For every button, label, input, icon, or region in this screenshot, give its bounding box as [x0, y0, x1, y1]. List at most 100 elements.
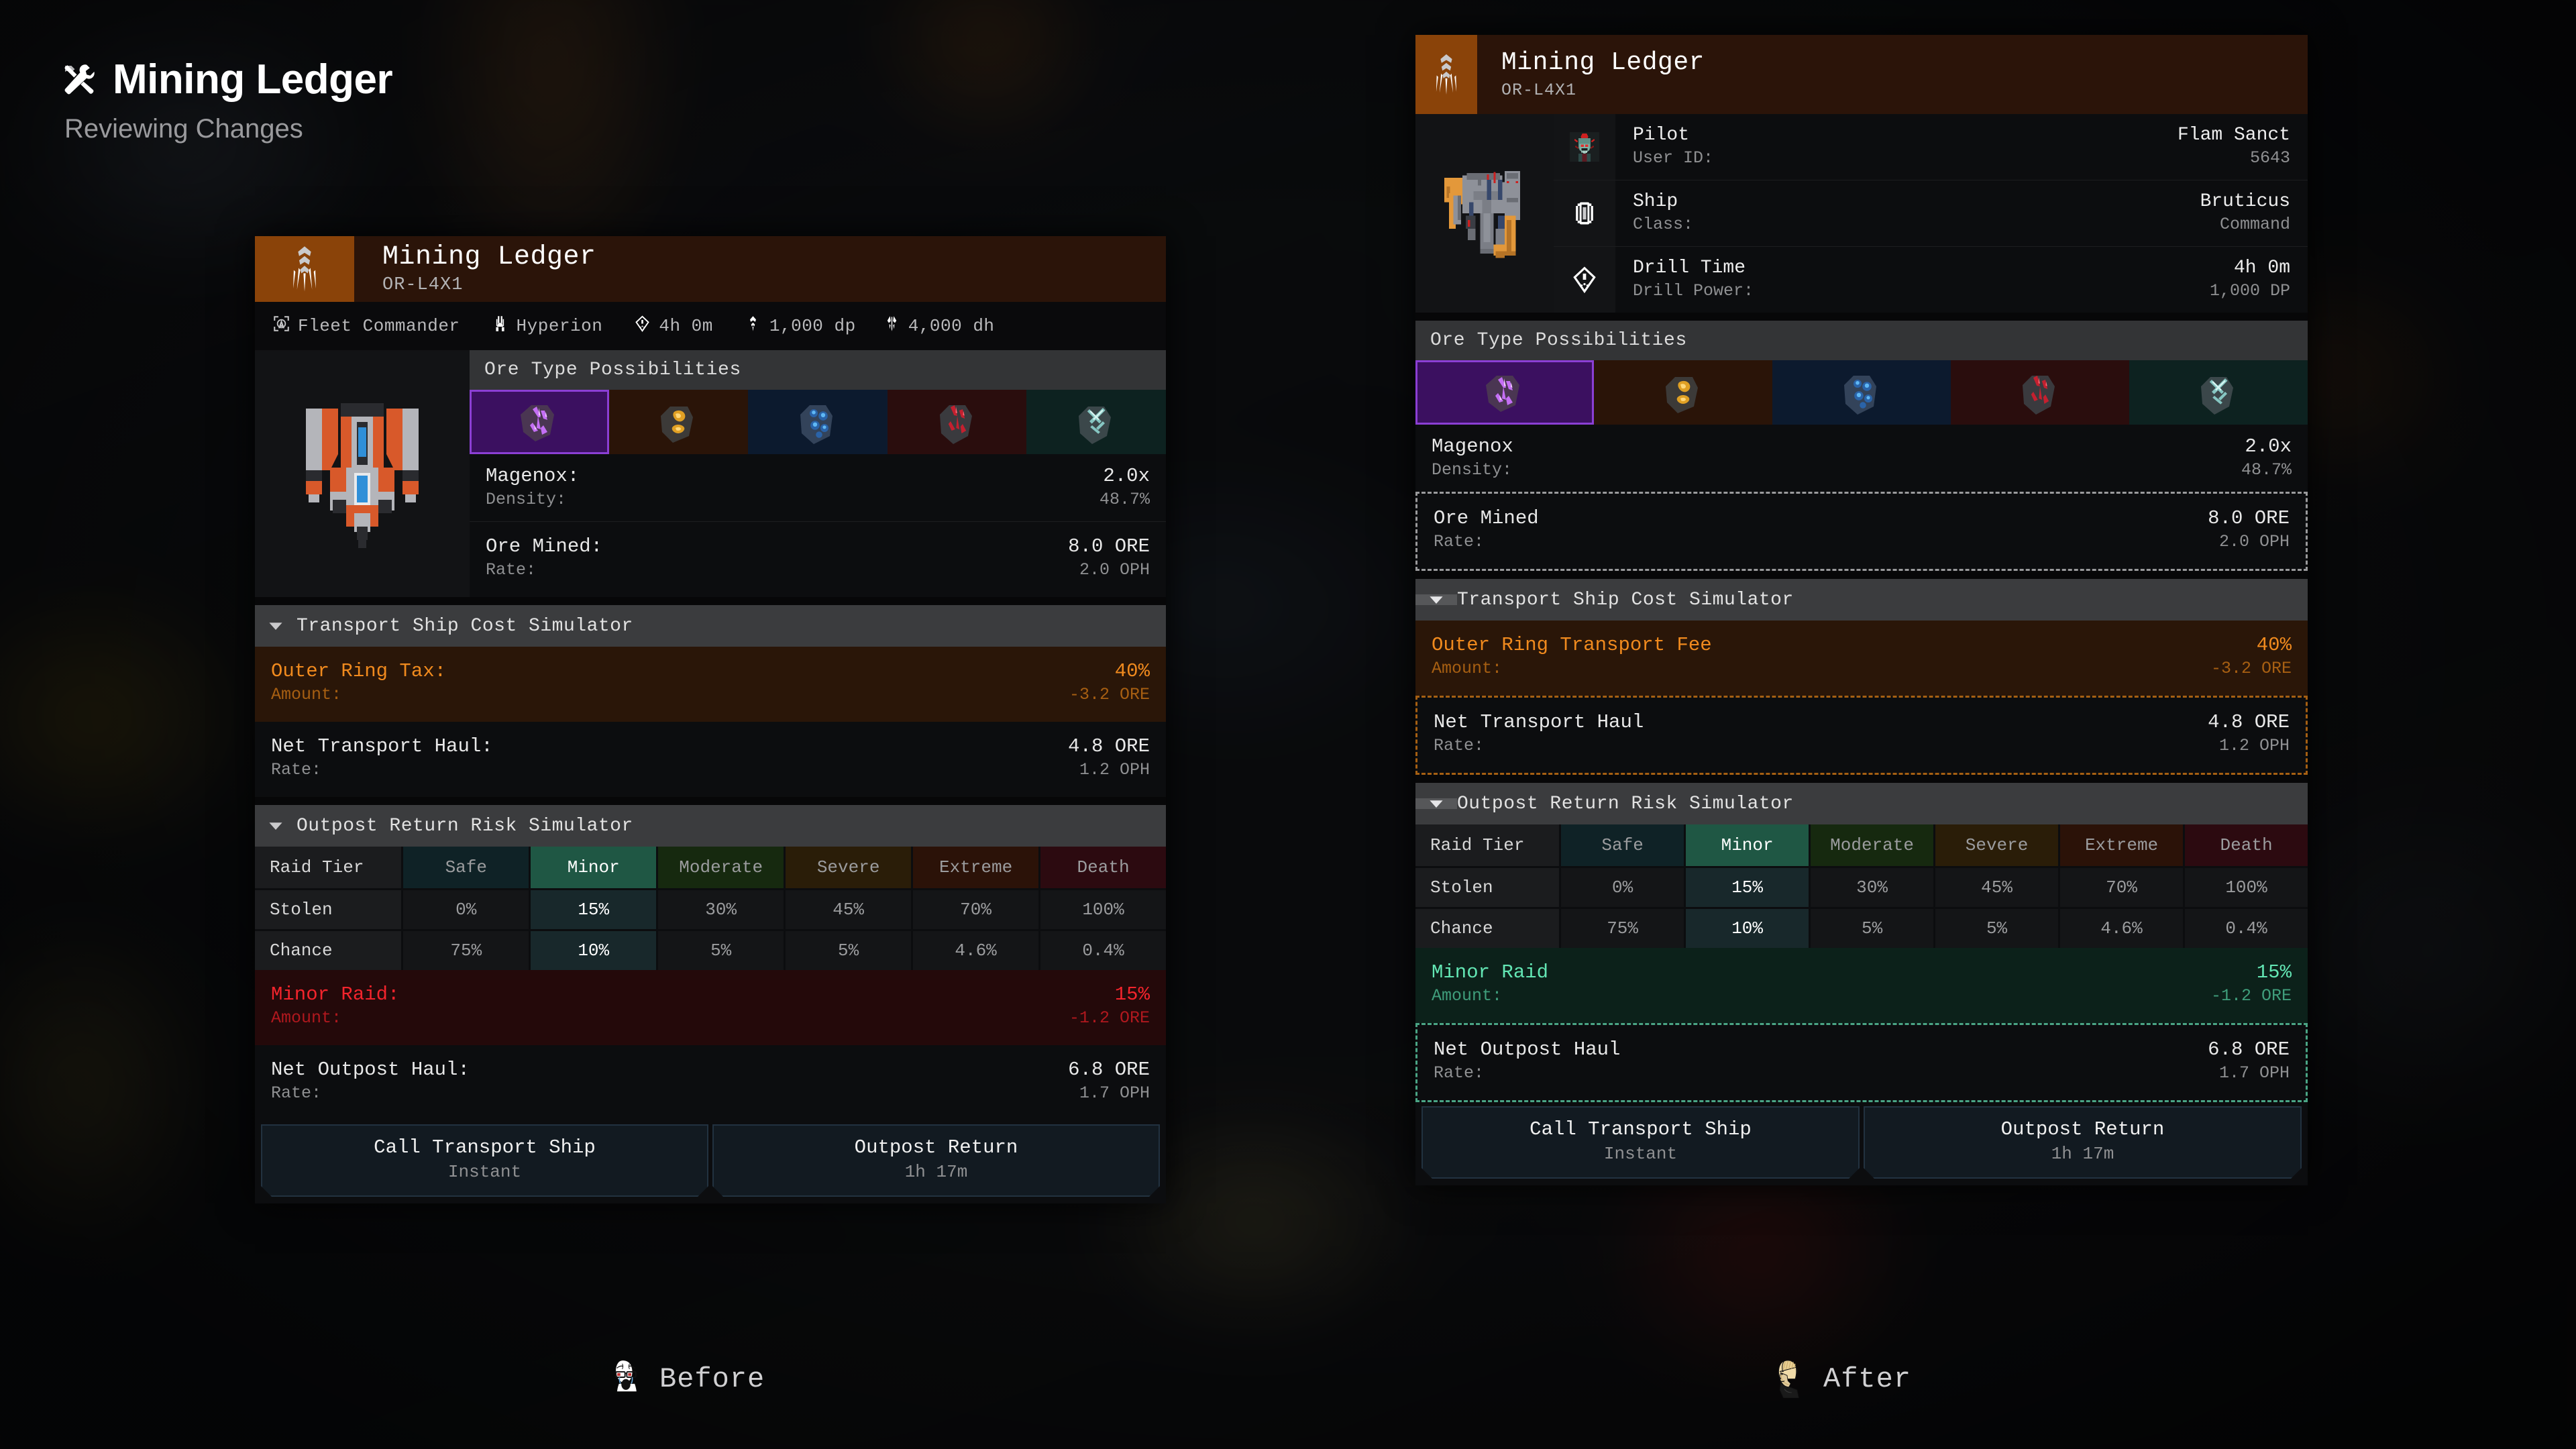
- panel-code: OR-L4X1: [382, 275, 464, 296]
- risk-tier-extreme[interactable]: Extreme: [2060, 824, 2184, 866]
- ore-type-glacium[interactable]: [2129, 360, 2308, 425]
- ore-section-title: Ore Type Possibilities: [1415, 321, 2308, 360]
- net-outpost-rate-label: Rate:: [1434, 1063, 1485, 1083]
- ore-type-magenox[interactable]: [470, 390, 609, 454]
- risk-table-row: Chance 75% 10% 5% 5% 4.6% 0.4%: [1415, 909, 2308, 948]
- net-outpost-label: Net Outpost Haul:: [271, 1059, 470, 1081]
- risk-table-row: Chance 75% 10% 5% 5% 4.6% 0.4%: [255, 931, 1167, 970]
- risk-cell: 5%: [786, 931, 912, 970]
- risk-section-header[interactable]: Outpost Return Risk Simulator: [1415, 783, 2308, 824]
- risk-tier-severe[interactable]: Severe: [786, 847, 912, 888]
- risk-cell: 0%: [403, 890, 529, 929]
- net-outpost-row: Net Outpost Haul: 6.8 ORE Rate: 1.7 OPH: [255, 1045, 1166, 1120]
- ore-name-value: 2.0x: [1103, 465, 1150, 487]
- button-title: Call Transport Ship: [1529, 1118, 1752, 1140]
- ore-type-cryolux[interactable]: [1772, 360, 1951, 425]
- ore-type-magenox[interactable]: [1415, 360, 1594, 425]
- stat-fleet-commander: Fleet Commander: [272, 315, 460, 338]
- button-sub: Instant: [1603, 1144, 1678, 1164]
- outer-ring-tax-row: Outer Ring Tax: 40% Amount: -3.2 ORE: [255, 647, 1166, 722]
- risk-cell: 0%: [1561, 868, 1684, 907]
- tax-amount-label: Amount:: [271, 685, 342, 704]
- ore-mined-row: Ore Mined: 8.0 ORE Rate: 2.0 OPH: [470, 522, 1166, 597]
- chevron-down-icon[interactable]: [255, 820, 297, 831]
- risk-tier-minor[interactable]: Minor: [531, 847, 657, 888]
- risk-section-title: Outpost Return Risk Simulator: [297, 815, 633, 837]
- risk-tier-severe[interactable]: Severe: [1935, 824, 2059, 866]
- drill-time-label: Drill Time: [1633, 258, 1746, 278]
- risk-cell: 75%: [403, 931, 529, 970]
- class-label: Class:: [1633, 215, 1694, 234]
- risk-row-label: Stolen: [255, 890, 402, 929]
- call-transport-ship-button[interactable]: Call Transport Ship Instant: [261, 1124, 708, 1197]
- risk-tier-moderate[interactable]: Moderate: [658, 847, 784, 888]
- raid-amount-value: -1.2 ORE: [2210, 986, 2292, 1006]
- net-transport-rate-value: 1.2 OPH: [1079, 760, 1150, 780]
- ore-mined-label: Ore Mined: [1434, 507, 1539, 529]
- drill-power-icon: [744, 315, 762, 338]
- page-header: Mining Ledger Reviewing Changes: [60, 59, 393, 144]
- risk-tier-death[interactable]: Death: [1040, 847, 1167, 888]
- net-transport-value: 4.8 ORE: [1068, 735, 1150, 757]
- net-transport-row: Net Transport Haul: 4.8 ORE Rate: 1.2 OPH: [255, 722, 1166, 797]
- ore-rate-label: Rate:: [1434, 532, 1485, 551]
- risk-cell: 45%: [1935, 868, 2059, 907]
- stat-drill-power: 1,000 dp: [744, 315, 856, 338]
- minor-raid-row: Minor Raid 15% Amount: -1.2 ORE: [1415, 948, 2308, 1023]
- action-buttons: Call Transport Ship Instant Outpost Retu…: [255, 1120, 1166, 1203]
- panel-code: OR-L4X1: [1501, 80, 1577, 100]
- risk-table: Raid Tier Safe Minor Moderate Severe Extreme D…: [1415, 824, 2308, 948]
- pilot-label: Pilot: [1633, 125, 1690, 146]
- ship-class-icon: [1554, 180, 1615, 246]
- risk-row-label: Chance: [1415, 909, 1560, 948]
- ore-type-aurelite[interactable]: [1594, 360, 1772, 425]
- chevron-down-icon[interactable]: [1415, 798, 1457, 809]
- section-gap: [255, 597, 1166, 605]
- risk-table-header: Raid Tier Safe Minor Moderate Severe Extreme D…: [1415, 824, 2308, 866]
- ore-type-sanguinor[interactable]: [1951, 360, 2129, 425]
- net-transport-rate-label: Rate:: [271, 760, 322, 780]
- raid-value: 15%: [2256, 961, 2292, 983]
- risk-tier-minor[interactable]: Minor: [1686, 824, 1809, 866]
- stat-strip: Fleet Commander Hyperion 4h 0m 1,000 dp …: [255, 302, 1166, 350]
- transport-section-header[interactable]: Transport Ship Cost Simulator: [1415, 579, 2308, 621]
- risk-table-header: Raid Tier Safe Minor Moderate Severe Extreme D…: [255, 847, 1167, 888]
- risk-tier-extreme[interactable]: Extreme: [913, 847, 1039, 888]
- tax-amount-value: -3.2 ORE: [1069, 685, 1150, 704]
- chevron-down-icon[interactable]: [255, 621, 297, 631]
- mining-rig-icon: [1415, 114, 1554, 313]
- risk-tier-safe[interactable]: Safe: [403, 847, 529, 888]
- chevron-down-icon[interactable]: [1415, 594, 1457, 605]
- risk-tier-moderate[interactable]: Moderate: [1811, 824, 1934, 866]
- ore-type-sanguinor[interactable]: [887, 390, 1027, 454]
- timer-icon: [633, 315, 651, 338]
- ore-type-aurelite[interactable]: [608, 390, 749, 454]
- risk-section-header[interactable]: Outpost Return Risk Simulator: [255, 805, 1166, 847]
- risk-cell: 70%: [2060, 868, 2184, 907]
- ore-mined-value: 8.0 ORE: [2208, 507, 2290, 529]
- raid-amount-label: Amount:: [271, 1008, 342, 1028]
- stat-label: 4,000 dh: [908, 316, 995, 336]
- ship-label: Ship: [1633, 191, 1678, 212]
- risk-tier-death[interactable]: Death: [2185, 824, 2308, 866]
- panel-header: Mining Ledger OR-L4X1: [255, 236, 1166, 302]
- raid-label: Minor Raid: [1432, 961, 1549, 983]
- risk-cell: 4.6%: [913, 931, 1039, 970]
- ore-type-cryolux[interactable]: [748, 390, 888, 454]
- call-transport-ship-button[interactable]: Call Transport Ship Instant: [1421, 1106, 1860, 1179]
- info-row-pilot: Pilot Flam Sanct User ID: 5643: [1554, 114, 2308, 180]
- outpost-return-button[interactable]: Outpost Return 1h 17m: [1864, 1106, 2302, 1179]
- risk-cell: 30%: [1811, 868, 1934, 907]
- risk-row-label: Stolen: [1415, 868, 1560, 907]
- net-outpost-value: 6.8 ORE: [2208, 1038, 2290, 1061]
- risk-tier-safe[interactable]: Safe: [1561, 824, 1684, 866]
- ore-type-glacium[interactable]: [1026, 390, 1166, 454]
- before-panel: Mining Ledger OR-L4X1 Fleet Commander Hy…: [255, 236, 1167, 1203]
- transport-section-title: Transport Ship Cost Simulator: [1457, 589, 1794, 610]
- before-label: Before: [659, 1362, 765, 1395]
- outpost-return-button[interactable]: Outpost Return 1h 17m: [712, 1124, 1160, 1197]
- ore-density-label: Density:: [1432, 460, 1513, 480]
- after-panel: Mining Ledger OR-L4X1 Pilot Flam Sanct U…: [1415, 35, 2308, 1185]
- ship-value: Bruticus: [2200, 191, 2290, 212]
- transport-section-header[interactable]: Transport Ship Cost Simulator: [255, 605, 1166, 647]
